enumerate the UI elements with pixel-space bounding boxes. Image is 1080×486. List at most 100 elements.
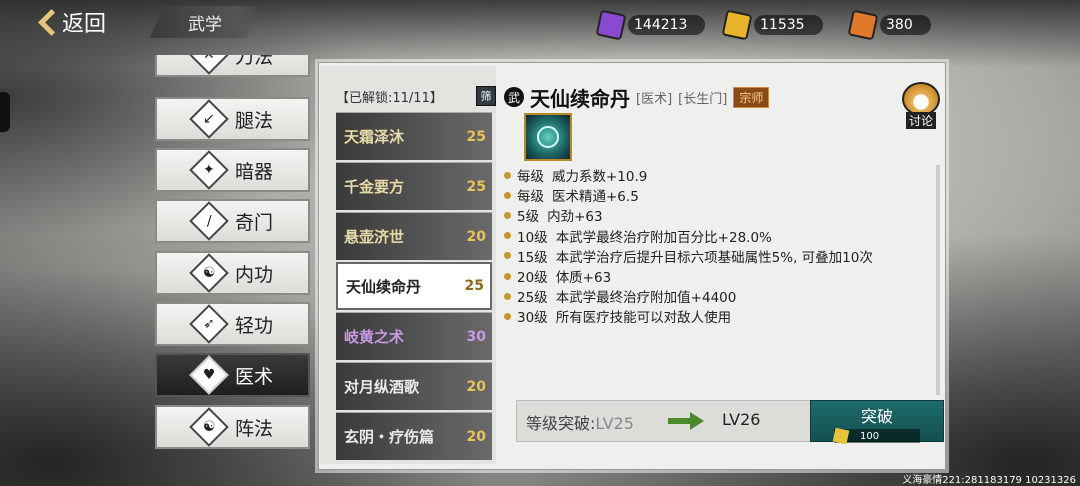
taiji-icon: ☯	[189, 407, 229, 447]
arrow-right-icon	[668, 412, 708, 430]
skill-level: 25	[466, 178, 486, 195]
bullet-icon	[504, 171, 511, 179]
attribute-row: 30级 所有医疗技能可以对敌人使用	[504, 306, 934, 326]
bullet-icon	[504, 191, 511, 199]
attribute-level: 每级	[517, 189, 544, 206]
category-kick[interactable]: ↙ 腿法	[155, 97, 310, 141]
skill-name: 悬壶济世	[344, 228, 405, 246]
heart-icon: ♥	[189, 355, 229, 395]
skill-name: 对月纵酒歌	[344, 378, 420, 396]
category-hidden-weapon[interactable]: ✦ 暗器	[155, 148, 310, 192]
category-label: 暗器	[235, 160, 274, 183]
back-button[interactable]: 返回	[38, 4, 138, 40]
top-bar: 返回 武学 144213 11535 380	[0, 0, 1080, 46]
skill-item-selected[interactable]: 天仙续命丹 25	[336, 262, 492, 310]
filter-button[interactable]: 筛	[476, 86, 496, 106]
attribute-text: 本武学最终治疗附加百分比+28.0%	[555, 229, 772, 246]
rank-badge: 宗师	[733, 86, 770, 108]
category-list[interactable]: ✕ 刀法 ↙ 腿法 ✦ 暗器 / 奇门 ☯ 内功 ➶ 轻功 ♥ 医术 ☯ 阵法	[155, 55, 313, 455]
skill-name: 千金要方	[344, 178, 405, 196]
skill-item[interactable]: 对月纵酒歌 20	[336, 362, 492, 410]
blade-icon: ✕	[189, 55, 229, 75]
skill-item[interactable]: 玄阴・疗伤篇 20	[336, 412, 492, 460]
bullet-icon	[504, 211, 511, 219]
attribute-row: 20级 体质+63	[504, 266, 934, 286]
unlock-count: 【已解锁:11/11】	[336, 90, 443, 106]
bullet-icon	[504, 232, 511, 240]
attribute-row: 5级 内劲+63	[504, 205, 934, 225]
edge-handle[interactable]	[0, 92, 10, 132]
attribute-text: 医术精通+6.5	[552, 189, 639, 206]
back-arrow-icon	[38, 9, 56, 35]
attribute-row: 每级 威力系数+10.9	[504, 165, 934, 185]
attribute-level: 25级	[517, 290, 548, 307]
currency-purple[interactable]: 144213	[595, 9, 706, 41]
category-label: 腿法	[235, 109, 274, 132]
skill-level: 30	[466, 328, 486, 345]
category-label: 奇门	[235, 211, 274, 234]
attribute-level: 10级	[517, 229, 548, 246]
player-id: 义海豪情221:281183179 10231326	[902, 475, 1076, 486]
skill-name: 天仙续命丹	[346, 277, 422, 296]
purple-ticket-icon	[595, 9, 627, 41]
skill-type-tag: [医术]	[636, 91, 673, 107]
category-label: 内功	[235, 263, 274, 286]
attribute-row: 10级 本武学最终治疗附加百分比+28.0%	[504, 226, 934, 246]
skill-name: 天霜泽沐	[344, 128, 405, 146]
unlock-header: 【已解锁:11/11】 筛	[336, 84, 496, 108]
breakthrough-button-label: 突破	[860, 407, 893, 426]
page-title: 武学	[150, 6, 260, 38]
attribute-level: 20级	[517, 270, 548, 287]
attribute-level: 每级	[517, 169, 544, 186]
skill-level: 25	[466, 128, 486, 145]
bullet-icon	[504, 292, 511, 300]
bullet-icon	[504, 272, 511, 280]
skill-item[interactable]: 岐黄之术 30	[336, 312, 492, 360]
current-level: LV25	[595, 414, 634, 433]
category-label: 刀法	[235, 55, 274, 68]
skill-level: 20	[466, 428, 486, 445]
category-label: 轻功	[235, 314, 274, 337]
category-inner-power[interactable]: ☯ 内功	[155, 251, 310, 295]
gold-ticket-icon	[721, 9, 753, 41]
breakthrough-label: 等级突破:LV25	[526, 410, 634, 434]
currency-value: 144213	[628, 15, 706, 35]
breakthrough-text: 等级突破:	[526, 414, 596, 433]
category-formation[interactable]: ☯ 阵法	[155, 405, 310, 449]
skill-level: 25	[464, 278, 484, 294]
attribute-level: 30级	[517, 310, 548, 327]
category-label: 阵法	[235, 417, 274, 440]
next-level: LV26	[722, 410, 761, 429]
discuss-label: 讨论	[905, 112, 936, 129]
discuss-button[interactable]: 讨论	[896, 82, 946, 134]
breakthrough-button[interactable]: 突破 100	[810, 400, 944, 445]
currency-orange[interactable]: 380	[847, 9, 931, 41]
category-medicine[interactable]: ♥ 医术	[155, 353, 310, 397]
attribute-scrollbar[interactable]	[936, 165, 940, 395]
attribute-level: 15级	[517, 249, 548, 266]
martial-arts-icon: 武	[504, 87, 524, 107]
bullet-icon	[504, 252, 511, 260]
attribute-row: 每级 医术精通+6.5	[504, 185, 934, 205]
category-blade[interactable]: ✕ 刀法	[155, 55, 310, 77]
attribute-list[interactable]: 每级 威力系数+10.9 每级 医术精通+6.5 5级 内劲+63 10级 本武学最终治…	[504, 165, 934, 327]
staff-icon: /	[189, 201, 229, 241]
attribute-level: 5级	[517, 209, 540, 226]
currency-gold[interactable]: 11535	[721, 9, 823, 41]
category-lightness[interactable]: ➶ 轻功	[155, 302, 310, 346]
back-label: 返回	[62, 12, 107, 37]
skill-item[interactable]: 悬壶济世 20	[336, 212, 492, 260]
skill-title: 武 天仙续命丹 [医术] [长生门] 宗师	[504, 84, 770, 111]
cost-value: 100	[860, 430, 880, 442]
skill-item[interactable]: 天霜泽沐 25	[336, 112, 492, 160]
skill-level: 20	[466, 378, 486, 395]
skill-name: 玄阴・疗伤篇	[344, 428, 435, 446]
bullet-icon	[504, 312, 511, 320]
category-qimen[interactable]: / 奇门	[155, 199, 310, 243]
dog-avatar-icon	[902, 82, 940, 116]
skill-image-icon[interactable]	[524, 113, 572, 161]
shuriken-icon: ✦	[189, 150, 229, 190]
skill-item[interactable]: 千金要方 25	[336, 162, 492, 210]
skill-sect-tag: [长生门]	[678, 91, 728, 107]
orange-ticket-icon	[847, 9, 879, 41]
